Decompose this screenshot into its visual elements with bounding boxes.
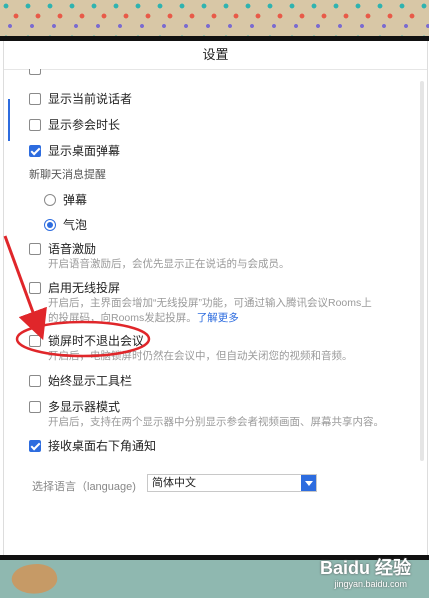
toolbar-checkbox[interactable]: [29, 374, 41, 387]
show-speaker-label: 显示当前说话者: [48, 92, 133, 106]
multi-display-checkbox[interactable]: [29, 400, 41, 413]
language-select-value: 简体中文: [152, 477, 196, 489]
radio-barrage-button[interactable]: [44, 193, 56, 206]
option-wireless[interactable]: 启用无线投屏: [29, 279, 120, 296]
wireless-desc-line2-text: 的投屏码，向Rooms发起投屏。: [48, 312, 197, 324]
settings-window: 设置 显示当前说话者 显示参会时长 显示桌面弹幕 新聊天消息提醒 弹幕 气泡 语…: [3, 41, 428, 555]
wireless-label: 启用无线投屏: [48, 281, 121, 295]
hidden-option-checkbox[interactable]: [29, 69, 41, 75]
radio-bubble-label: 气泡: [63, 218, 88, 232]
radio-bubble[interactable]: 气泡: [44, 216, 87, 233]
voice-excite-label: 语音激励: [48, 242, 97, 256]
language-select[interactable]: 简体中文: [147, 474, 317, 492]
lock-screen-label: 锁屏时不退出会议: [48, 334, 145, 348]
learn-more-link[interactable]: 了解更多: [197, 312, 239, 324]
show-duration-label: 显示参会时长: [48, 118, 121, 132]
option-multi-display[interactable]: 多显示器模式: [29, 398, 120, 415]
wireless-checkbox[interactable]: [29, 281, 41, 294]
option-show-duration[interactable]: 显示参会时长: [29, 116, 120, 133]
show-speaker-checkbox[interactable]: [29, 92, 41, 105]
option-voice-excite[interactable]: 语音激励: [29, 240, 96, 257]
option-show-speaker[interactable]: 显示当前说话者: [29, 90, 132, 107]
wireless-desc: 开启后，主界面会增加“无线投屏”功能，可通过输入腾讯会议Rooms上 的投屏码，…: [48, 296, 372, 326]
option-notify[interactable]: 接收桌面右下角通知: [29, 437, 156, 454]
scroll-position-indicator: [8, 99, 10, 141]
multi-display-desc: 开启后，支持在两个显示器中分别显示参会者视频画面、屏幕共享内容。: [48, 416, 384, 428]
window-title: 设置: [4, 41, 427, 70]
option-toolbar[interactable]: 始终显示工具栏: [29, 372, 132, 389]
chevron-down-icon[interactable]: [301, 475, 316, 491]
notify-label: 接收桌面右下角通知: [48, 439, 157, 453]
multi-display-label: 多显示器模式: [48, 400, 121, 414]
show-duration-checkbox[interactable]: [29, 118, 41, 131]
scrollbar-thumb[interactable]: [420, 81, 424, 461]
show-barrage-label: 显示桌面弹幕: [48, 144, 121, 158]
lock-screen-checkbox[interactable]: [29, 334, 41, 347]
voice-excite-checkbox[interactable]: [29, 242, 41, 255]
chat-reminder-heading: 新聊天消息提醒: [29, 169, 106, 181]
watermark-brand: Baidu 经验: [319, 558, 411, 578]
option-show-barrage[interactable]: 显示桌面弹幕: [29, 142, 120, 159]
notify-checkbox[interactable]: [29, 439, 41, 452]
radio-barrage[interactable]: 弹幕: [44, 191, 87, 208]
watermark-url: jingyan.baidu.com: [334, 579, 407, 589]
wireless-desc-line2: 的投屏码，向Rooms发起投屏。了解更多: [48, 311, 372, 326]
option-lock-screen[interactable]: 锁屏时不退出会议: [29, 332, 144, 349]
show-barrage-checkbox[interactable]: [29, 144, 41, 157]
background-pattern-top: [0, 0, 429, 36]
language-label: 选择语言（language): [32, 481, 136, 493]
hidden-option-row[interactable]: [29, 69, 48, 75]
wireless-desc-line1: 开启后，主界面会增加“无线投屏”功能，可通过输入腾讯会议Rooms上: [48, 297, 372, 309]
decorative-shape: [9, 559, 60, 598]
radio-barrage-label: 弹幕: [63, 193, 88, 207]
toolbar-label: 始终显示工具栏: [48, 374, 133, 388]
voice-excite-desc: 开启语音激励后，会优先显示正在说话的与会成员。: [48, 258, 290, 270]
lock-screen-desc: 开启后，电脑锁屏时仍然在会议中，但自动关闭您的视频和音频。: [48, 350, 353, 362]
radio-bubble-button[interactable]: [44, 218, 56, 231]
